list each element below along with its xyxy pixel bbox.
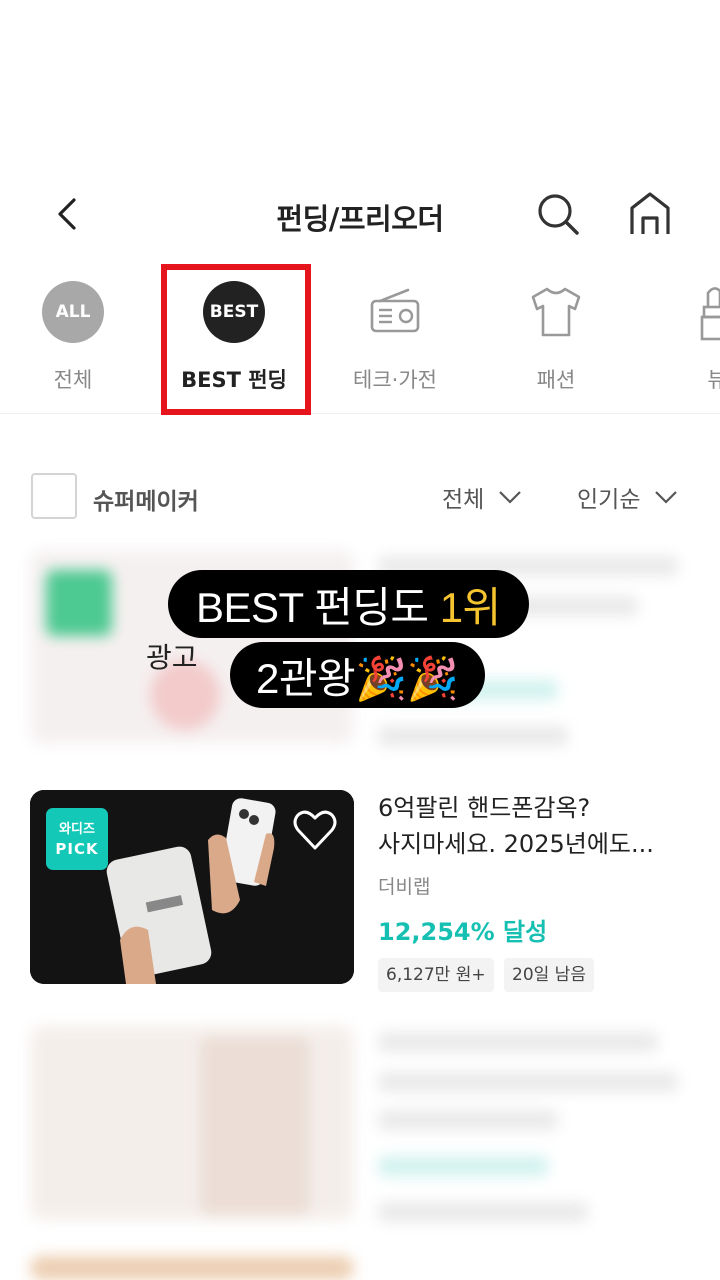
ad-chip-line [378, 726, 568, 746]
filter-bar: 슈퍼메이커 전체 인기순 [0, 470, 720, 522]
product-title: 6억팔린 핸드폰감옥? 사지마세요. 2025년에도... [378, 790, 690, 862]
heart-icon[interactable] [292, 808, 338, 852]
caption-line-2-text: 2관왕🎉🎉 [256, 654, 459, 702]
sort-dropdown[interactable]: 인기순 [577, 480, 678, 514]
tab-beauty-label: 뷰 [707, 368, 720, 392]
blurred-title-line [378, 1032, 658, 1052]
tab-beauty[interactable]: 뷰 [652, 278, 720, 398]
tshirt-icon [531, 287, 581, 337]
caption-yellow-text: 1위 [439, 583, 502, 631]
page-title: 펀딩/프리오더 [276, 202, 444, 236]
caption-line-2: 2관왕🎉🎉 [230, 642, 485, 708]
blurred-chip-line [378, 1202, 588, 1222]
tab-fashion[interactable]: 패션 [491, 278, 621, 398]
highlight-box [161, 264, 311, 415]
badge-line-2: PICK [55, 840, 99, 858]
caption-white-text: BEST 펀딩도 [196, 583, 440, 631]
chevron-down-icon [655, 491, 678, 504]
tab-fashion-label: 패션 [536, 368, 576, 392]
blurred-partial-image [30, 1256, 354, 1280]
home-icon[interactable] [624, 188, 676, 240]
tab-tech-label: 테크·가전 [353, 368, 437, 392]
product-card-blurred[interactable] [30, 1026, 690, 1226]
blurred-title-line [378, 1072, 678, 1092]
product-title-line-1: 6억팔린 핸드폰감옥? [378, 794, 591, 822]
product-card[interactable]: 와디즈 PICK 6억팔린 핸드폰감옥? 사지마세요. 2025년에도... 더… [30, 790, 690, 992]
days-left-chip: 20일 남음 [504, 958, 594, 992]
tab-tech[interactable]: 테크·가전 [330, 278, 460, 398]
supermaker-label: 슈퍼메이커 [93, 489, 199, 515]
scope-dropdown-label: 전체 [442, 487, 485, 513]
supermaker-checkbox[interactable] [31, 473, 77, 519]
radio-icon [370, 288, 420, 333]
chevron-down-icon [499, 491, 522, 504]
blurred-maker-line [378, 1110, 558, 1130]
all-category-icon: ALL [42, 281, 104, 343]
product-image: 와디즈 PICK [30, 790, 354, 984]
caption-line-1: BEST 펀딩도 1위 [168, 570, 529, 638]
top-bar: 펀딩/프리오더 [0, 170, 720, 260]
scope-dropdown[interactable]: 전체 [442, 480, 522, 514]
achievement-rate: 12,254% 달성 [378, 918, 548, 946]
product-card-blurred-partial [30, 1256, 690, 1280]
tab-all-label: 전체 [53, 368, 93, 392]
wadiz-pick-badge: 와디즈 PICK [46, 808, 108, 870]
product-title-line-2: 사지마세요. 2025년에도... [378, 830, 654, 858]
amount-chip: 6,127만 원+ [378, 958, 494, 992]
lipstick-icon [700, 287, 720, 341]
search-icon[interactable] [534, 190, 582, 238]
blurred-rate-line [378, 1156, 548, 1176]
badge-line-1: 와디즈 [59, 822, 95, 837]
sort-dropdown-label: 인기순 [577, 487, 641, 513]
tab-all[interactable]: ALL 전체 [8, 278, 138, 398]
ad-label: 광고 [146, 641, 198, 674]
product-maker: 더비랩 [378, 876, 431, 898]
blurred-card-image [30, 1026, 354, 1220]
category-tabs: ALL 전체 BEST BEST 펀딩 테크·가전 패션 뷰 [0, 278, 720, 414]
